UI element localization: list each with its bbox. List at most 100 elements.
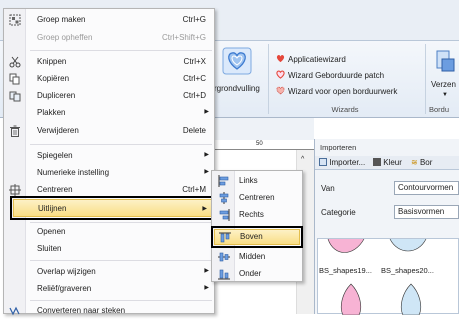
menu-item-change-overlap[interactable]: Overlap wijzigen ▶ (4, 264, 214, 280)
trash-icon (10, 125, 20, 137)
heart-icon (276, 55, 285, 63)
from-label: Van (321, 184, 335, 193)
applicatiewizard-button[interactable]: Applicatiewizard (276, 53, 346, 66)
menu-item-label: Plakken (37, 108, 66, 117)
ribbon-group-separator-2 (425, 44, 426, 114)
menu-item-label: Verwijderen (37, 126, 79, 135)
menu-item-label: Groep maken (37, 15, 86, 24)
shape-thumbnail-top-2[interactable] (384, 239, 434, 259)
submenu-arrow-icon: ▶ (204, 109, 209, 115)
submenu-arrow-icon: ▶ (204, 152, 209, 158)
menu-item-label: Numerieke instelling (37, 168, 110, 177)
menu-item-mirror[interactable]: Spiegelen ▶ (4, 148, 214, 164)
stitch-tab-icon: ≋ (411, 158, 418, 167)
canvas-header (214, 118, 314, 140)
menu-item-shortcut: Ctrl+X (183, 57, 206, 66)
submenu-item-bottom[interactable]: Onder (212, 266, 302, 282)
shape-thumbnail-bottom-2[interactable] (396, 283, 426, 315)
submenu-item-right[interactable]: Rechts (212, 207, 302, 223)
menu-item-copy[interactable]: Kopiëren Ctrl+C (4, 71, 214, 87)
tab-import[interactable]: Importer... (319, 158, 365, 167)
align-middle-icon (218, 252, 230, 262)
category-label: Categorie (321, 208, 356, 217)
submenu-item-label: Rechts (239, 210, 264, 219)
wizards-group-label: Wizards (331, 105, 359, 114)
open-embroidery-wizard-label: Wizard voor open borduurwerk (288, 87, 398, 96)
menu-separator (30, 50, 212, 51)
align-bottom-icon (218, 269, 230, 280)
embroidery-group-label: Bordu (429, 105, 450, 114)
scroll-up-icon[interactable]: ^ (301, 156, 304, 163)
submenu-item-left[interactable]: Links (212, 173, 302, 189)
submenu-item-center[interactable]: Centreren (212, 190, 302, 206)
menu-item-convert-to-stitches[interactable]: Converteren naar steken (4, 303, 214, 319)
highlight-outline (10, 196, 216, 220)
submenu-item-middle[interactable]: Midden (212, 249, 302, 265)
thumbnail-name: BS_shapes20... (381, 266, 434, 275)
shape-thumbnail-top-1[interactable] (324, 239, 374, 259)
menu-item-shortcut: Ctrl+Shift+G (161, 33, 206, 42)
send-icon (436, 50, 455, 72)
open-embroidery-wizard-button[interactable]: Wizard voor open borduurwerk (276, 85, 397, 98)
ribbon-group-separator (268, 44, 269, 114)
menu-item-shortcut: Ctrl+D (183, 91, 206, 100)
shape-thumbnail-bottom-1[interactable] (336, 283, 366, 315)
tab-color-label: Kleur (383, 158, 402, 167)
import-tab-icon (319, 158, 327, 166)
stitch-icon (9, 306, 20, 316)
menu-item-relief-engrave[interactable]: Reliëf/graveren ▶ (4, 281, 214, 297)
align-center-icon (219, 192, 229, 204)
menu-item-paste[interactable]: Plakken ▶ (4, 105, 214, 121)
align-submenu: Links Centreren Rechts Boven Midden Onde… (211, 170, 303, 282)
import-form: Van Contourvormen Categorie Basisvormen (317, 172, 459, 222)
menu-item-delete[interactable]: Verwijderen Delete (4, 123, 214, 139)
tab-color[interactable]: Kleur (373, 158, 402, 167)
menu-item-label: Openen (37, 227, 66, 236)
submenu-item-label: Midden (239, 252, 266, 261)
category-select[interactable]: Basisvormen (394, 205, 459, 219)
menu-item-label: Sluiten (37, 244, 62, 253)
patch-wizard-label: Wizard Geborduurde patch (288, 71, 385, 80)
copy-icon (9, 73, 20, 85)
tab-embroidery[interactable]: ≋ Bor (411, 158, 432, 167)
menu-item-label: Spiegelen (37, 151, 73, 160)
applicatiewizard-label: Applicatiewizard (288, 55, 346, 64)
ruler-mark-label: 50 (256, 141, 263, 147)
background-fill-label: rgrondvulling (214, 84, 260, 93)
send-dropdown-icon: ▼ (442, 92, 448, 98)
menu-item-ungroup[interactable]: Groep opheffen Ctrl+Shift+G (4, 30, 214, 46)
menu-item-label: Dupliceren (37, 91, 76, 100)
menu-item-open[interactable]: Openen (4, 224, 214, 240)
menu-item-duplicate[interactable]: Dupliceren Ctrl+D (4, 88, 214, 104)
menu-separator (30, 222, 212, 223)
menu-item-close[interactable]: Sluiten (4, 241, 214, 257)
menu-item-shortcut: Ctrl+M (182, 185, 206, 194)
send-label: Verzen (431, 80, 456, 89)
align-right-icon (219, 209, 230, 221)
submenu-arrow-icon: ▶ (204, 285, 209, 291)
scissors-icon (9, 56, 21, 68)
submenu-item-label: Onder (239, 269, 262, 278)
import-panel-tabs: Importer... Kleur ≋ Bor (315, 156, 459, 170)
patch-wizard-button[interactable]: Wizard Geborduurde patch (276, 69, 384, 82)
menu-item-numeric-setting[interactable]: Numerieke instelling ▶ (4, 165, 214, 181)
center-icon (9, 184, 21, 196)
menu-separator (30, 260, 212, 261)
menu-item-cut[interactable]: Knippen Ctrl+X (4, 54, 214, 70)
send-button[interactable]: Verzen ▼ (428, 46, 459, 104)
tab-import-label: Importer... (329, 158, 366, 167)
menu-item-group[interactable]: Groep maken Ctrl+G (4, 12, 214, 28)
menu-separator (30, 300, 212, 301)
heart-outline-icon (276, 70, 285, 79)
context-menu: Groep maken Ctrl+G Groep opheffen Ctrl+S… (3, 8, 216, 316)
menu-item-label: Reliëf/graveren (37, 284, 92, 293)
menu-item-label: Centreren (37, 185, 73, 194)
submenu-arrow-icon: ▶ (204, 268, 209, 274)
background-fill-button[interactable]: rgrondvulling (214, 44, 264, 102)
shape-gallery: BS_shapes19... BS_shapes20... (317, 238, 459, 315)
from-select[interactable]: Contourvormen (394, 181, 459, 195)
color-tab-icon (373, 158, 381, 166)
menu-item-shortcut: Ctrl+G (182, 15, 206, 24)
menu-item-shortcut: Ctrl+C (183, 74, 206, 83)
menu-item-shortcut: Delete (182, 126, 206, 135)
